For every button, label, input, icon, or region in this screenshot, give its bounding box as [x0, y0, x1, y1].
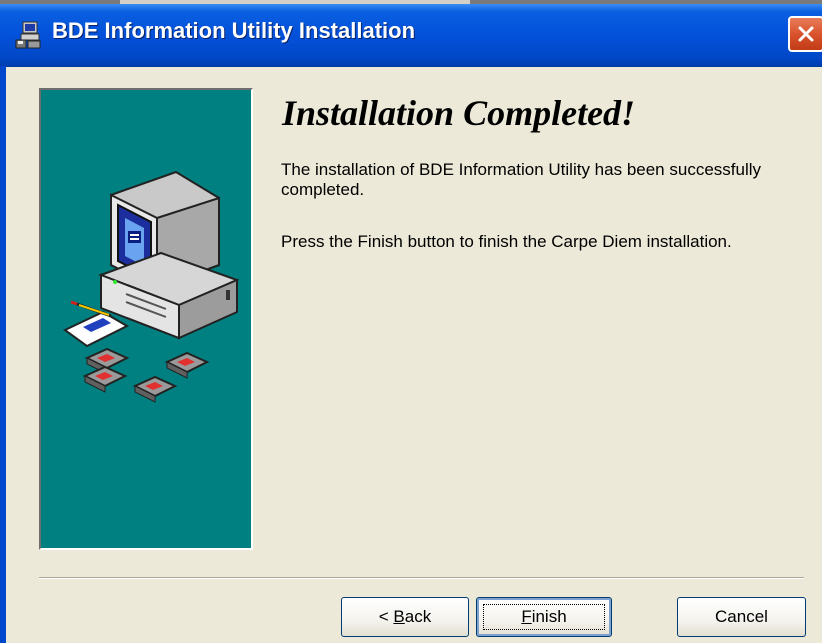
- cancel-button[interactable]: Cancel: [677, 597, 806, 637]
- window-title: BDE Information Utility Installation: [52, 18, 416, 43]
- cancel-button-label: Cancel: [715, 607, 768, 626]
- back-button[interactable]: < Back: [341, 597, 469, 637]
- close-icon: [798, 26, 814, 42]
- setup-computer-icon: [15, 21, 41, 49]
- disk-icon: [82, 365, 128, 393]
- finish-button[interactable]: Finish: [476, 597, 612, 637]
- finish-instruction: Press the Finish button to finish the Ca…: [281, 232, 732, 251]
- focus-rectangle: [483, 604, 605, 630]
- disk-icon: [132, 375, 178, 403]
- close-button[interactable]: [788, 16, 822, 52]
- installer-window: BDE Information Utility Installation Ins…: [0, 4, 822, 643]
- computer-with-disks-illustration: [63, 170, 240, 403]
- button-separator: [39, 577, 804, 579]
- side-illustration-panel: [39, 88, 253, 550]
- window-frame-left: [0, 66, 6, 643]
- back-button-label: < Back: [378, 607, 432, 626]
- completion-message: The installation of BDE Information Util…: [281, 160, 762, 199]
- page-title: Installation Completed!: [282, 93, 636, 133]
- disk-icon: [164, 351, 210, 379]
- title-bar[interactable]: BDE Information Utility Installation: [0, 4, 822, 67]
